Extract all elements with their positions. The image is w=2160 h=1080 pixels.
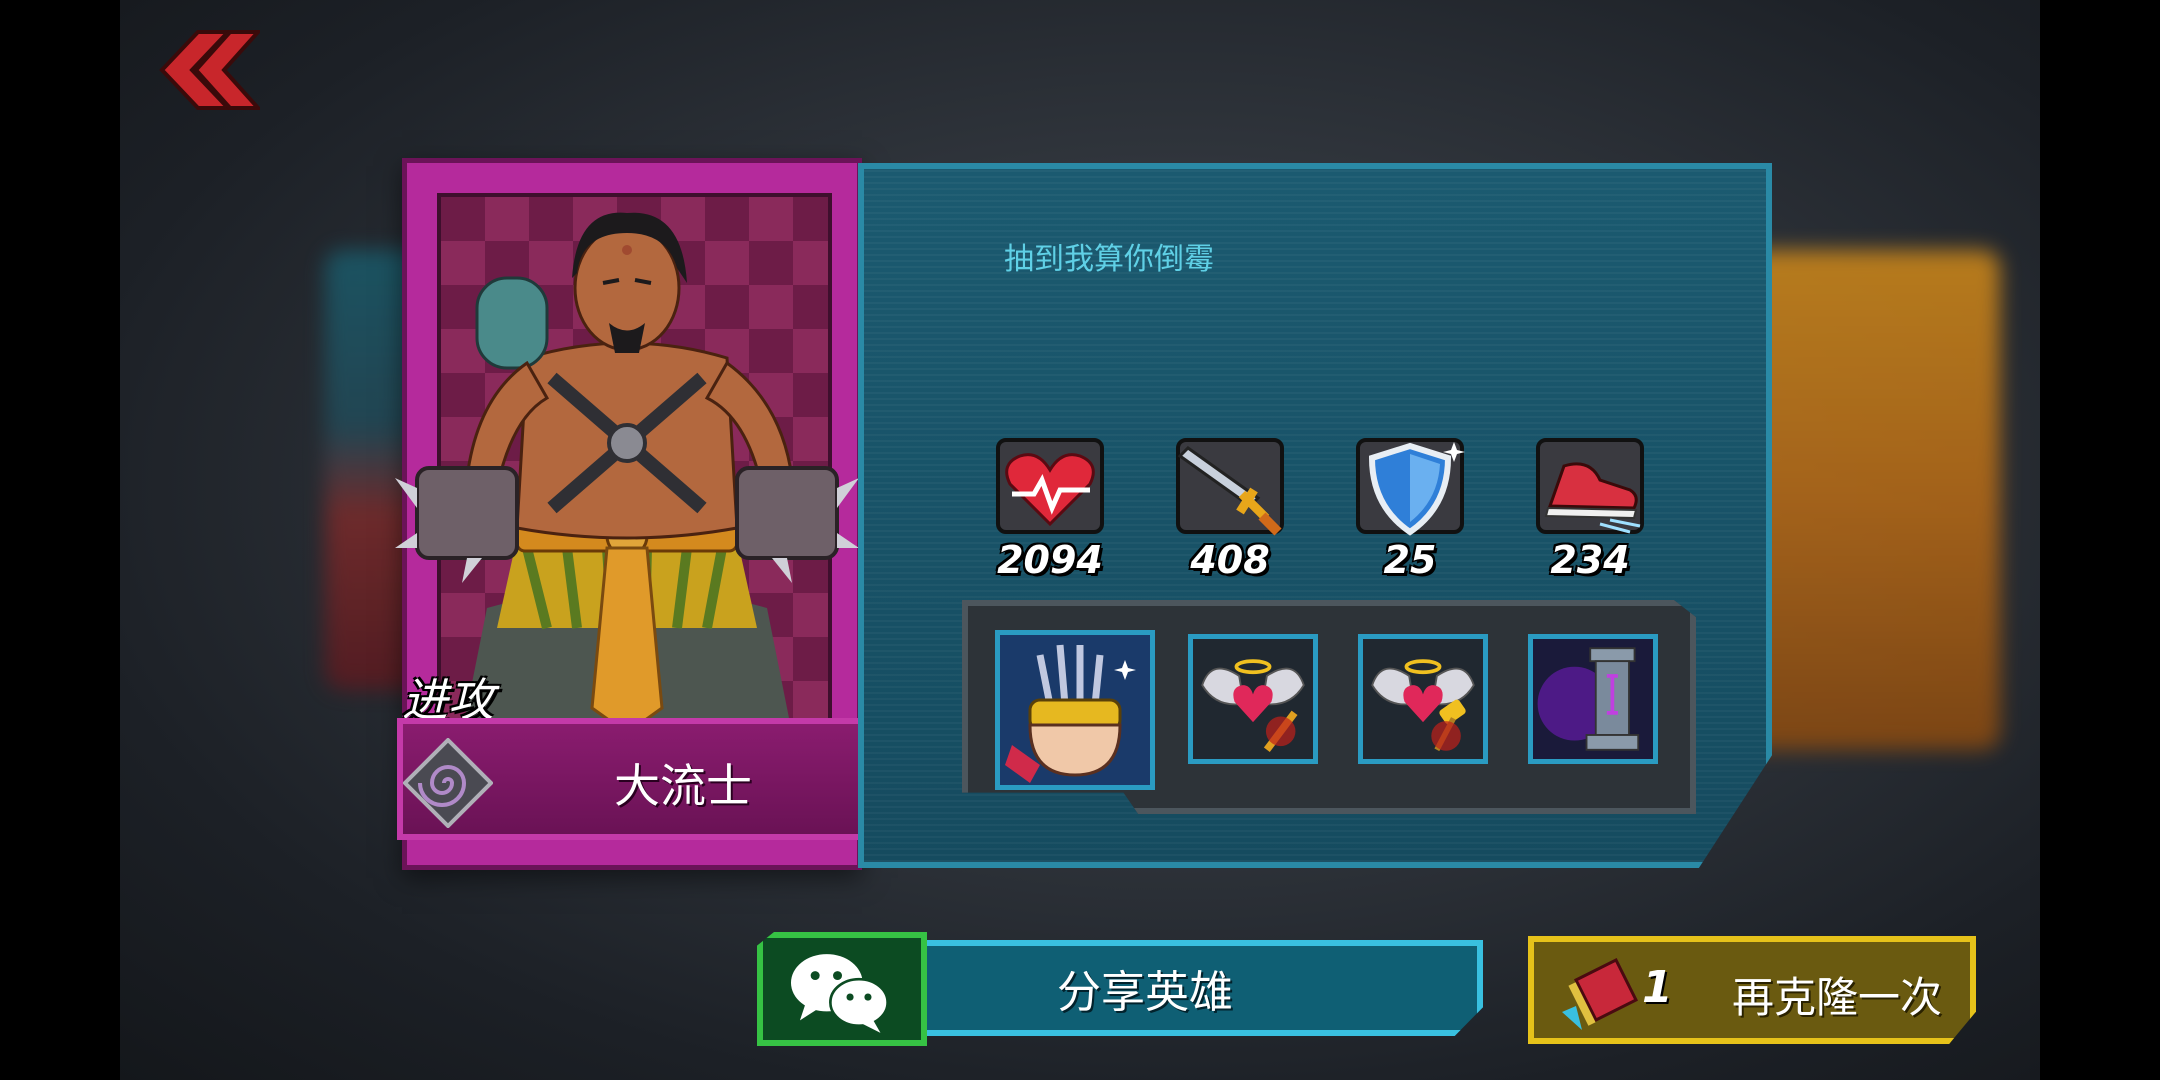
shoe-speed-icon bbox=[1536, 438, 1644, 534]
spiral-icon bbox=[403, 738, 493, 828]
stat-speed: 234 bbox=[1515, 436, 1665, 582]
share-hero-button[interactable]: 分享英雄 bbox=[757, 932, 1483, 1046]
back-button[interactable] bbox=[150, 28, 263, 112]
stat-attack-value: 408 bbox=[1190, 538, 1270, 582]
stat-health-value: 2094 bbox=[997, 538, 1103, 582]
winged-heart-sword-skill-icon bbox=[1193, 639, 1313, 759]
stat-health: 2094 bbox=[975, 436, 1125, 582]
hero-quote: 抽到我算你倒霉 bbox=[1004, 242, 1214, 277]
skill-slot-1[interactable] bbox=[995, 630, 1155, 790]
stat-defense: 25 bbox=[1335, 436, 1485, 582]
skill-slot-4[interactable] bbox=[1528, 634, 1658, 764]
pillar-skill-icon bbox=[1533, 639, 1653, 759]
stat-attack: 408 bbox=[1155, 436, 1305, 582]
clone-count: 1 bbox=[1642, 962, 1673, 1013]
scroll-icon bbox=[1562, 957, 1639, 1030]
stat-defense-value: 25 bbox=[1383, 538, 1437, 582]
background-hero-card-right bbox=[1740, 250, 2000, 750]
hero-name-plate: 大流士 bbox=[397, 718, 877, 840]
clone-again-button[interactable]: 1 再克隆一次 bbox=[1528, 936, 1976, 1044]
share-hero-label: 分享英雄 bbox=[1057, 967, 1233, 1018]
double-chevron-left-icon bbox=[159, 30, 263, 110]
shield-defense-icon bbox=[1356, 438, 1465, 536]
heart-health-icon bbox=[996, 438, 1104, 534]
stat-speed-value: 234 bbox=[1550, 538, 1630, 582]
hero-name: 大流士 bbox=[614, 759, 752, 813]
clone-again-label: 再克隆一次 bbox=[1732, 973, 1943, 1022]
sword-attack-icon bbox=[1176, 438, 1284, 536]
spiked-fist-skill-icon bbox=[1000, 635, 1150, 785]
wechat-share-box bbox=[757, 932, 927, 1046]
skill-slot-3[interactable] bbox=[1358, 634, 1488, 764]
skill-slot-2[interactable] bbox=[1188, 634, 1318, 764]
wechat-icon bbox=[791, 954, 889, 1033]
winged-heart-hammer-skill-icon bbox=[1363, 639, 1483, 759]
